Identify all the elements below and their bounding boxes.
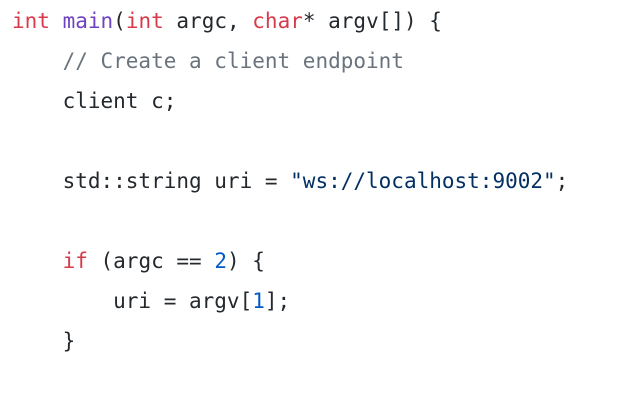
code-line: if (argc == 2) {: [12, 247, 568, 287]
code-line: std::string uri = "ws://localhost:9002";: [12, 167, 569, 207]
code-token: (argc ==: [87, 249, 215, 273]
number-token: 2: [214, 249, 227, 273]
code-token: ) {: [226, 249, 265, 273]
code-token: }: [12, 329, 76, 353]
code-line: int main(int argc, char* argv[]) {: [12, 7, 568, 47]
keyword-token: int: [12, 9, 50, 33]
keyword-token: int: [125, 9, 164, 33]
code-token: (: [113, 9, 126, 33]
code-token: argc,: [163, 9, 253, 33]
code-line: uri = argv[1];: [12, 287, 568, 327]
code-token: std::string uri =: [12, 169, 291, 193]
string-token: "ws://localhost:9002": [290, 169, 556, 193]
code-token: client c;: [12, 89, 177, 113]
keyword-token: char: [252, 9, 303, 33]
code-token: uri = argv[: [12, 289, 253, 313]
code-token: ];: [264, 289, 291, 313]
number-token: 1: [252, 289, 265, 313]
code-line: // Create a client endpoint: [12, 47, 568, 87]
code-token: * argv[]) {: [302, 9, 442, 33]
comment-token: // Create a client endpoint: [62, 49, 404, 73]
keyword-token: if: [62, 249, 88, 273]
code-line: }: [12, 327, 568, 367]
code-token: ;: [555, 169, 569, 193]
code-block: int main(int argc, char* argv[]) { // Cr…: [12, 7, 568, 367]
code-line: client c;: [12, 87, 568, 127]
function-name-token: main: [62, 9, 114, 33]
